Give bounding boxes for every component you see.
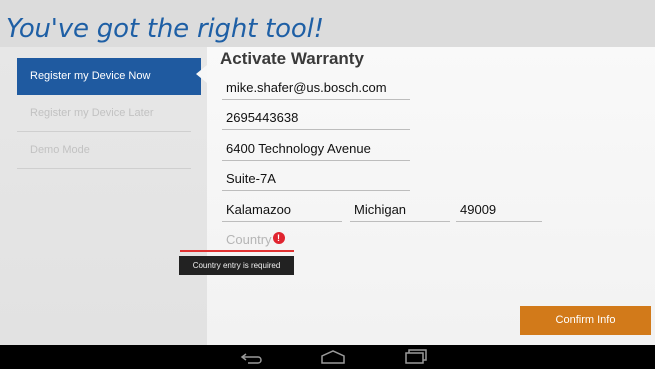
sidebar-item-register-now[interactable]: Register my Device Now: [17, 58, 201, 95]
recent-apps-icon[interactable]: [400, 347, 430, 367]
error-underline: [180, 250, 294, 252]
zip-field[interactable]: 49009: [456, 200, 542, 222]
app-window: You've got the right tool! Register my D…: [0, 0, 655, 345]
error-icon: !: [272, 232, 285, 244]
error-tooltip: Country entry is required: [179, 256, 294, 275]
page-title: You've got the right tool!: [6, 14, 324, 44]
confirm-info-button[interactable]: Confirm Info: [520, 306, 651, 335]
home-icon[interactable]: [318, 347, 348, 367]
android-nav-bar: [0, 345, 655, 369]
state-field[interactable]: Michigan: [350, 200, 450, 222]
city-field[interactable]: Kalamazoo: [222, 200, 342, 222]
address-line2-field[interactable]: Suite-7A: [222, 169, 410, 191]
back-icon[interactable]: [238, 347, 268, 367]
active-item-indicator: [196, 65, 207, 83]
address-line1-field[interactable]: 6400 Technology Avenue: [222, 139, 410, 161]
phone-field[interactable]: 2695443638: [222, 108, 410, 130]
sidebar-item-register-later[interactable]: Register my Device Later: [17, 95, 191, 132]
form-title: Activate Warranty: [220, 49, 364, 68]
country-placeholder: Country: [226, 232, 272, 247]
header-bar: You've got the right tool!: [0, 0, 655, 47]
email-field[interactable]: mike.shafer@us.bosch.com: [222, 78, 410, 100]
sidebar-item-demo-mode[interactable]: Demo Mode: [17, 132, 191, 169]
country-field[interactable]: Country!: [222, 230, 294, 252]
